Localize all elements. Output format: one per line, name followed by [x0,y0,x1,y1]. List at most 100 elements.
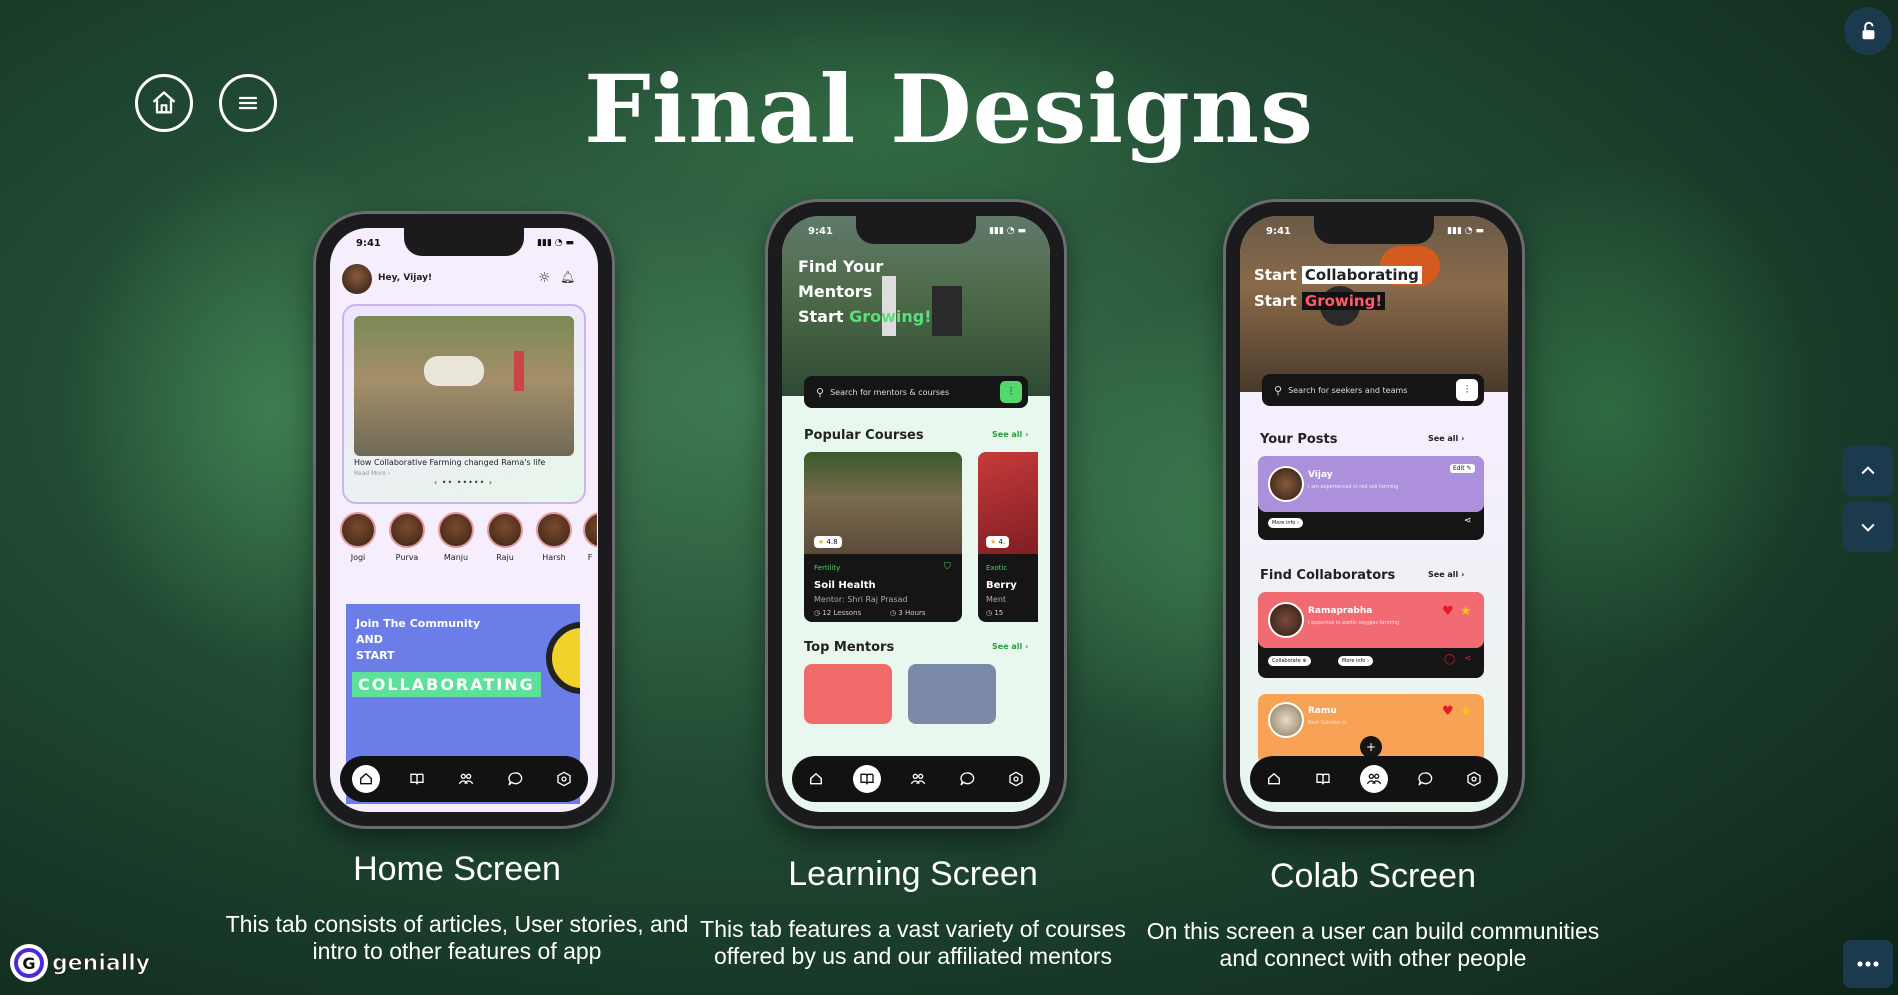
hero-headline: Start Collaborating Start Growing! [1254,262,1422,314]
nav-learning-icon[interactable] [405,767,429,791]
story-name: F [587,553,593,562]
filter-icon[interactable]: ⫶ [1456,379,1478,401]
story-item[interactable]: Manju [436,512,476,562]
story-item[interactable]: Harsh [534,512,574,562]
more-options-button[interactable] [1843,940,1893,988]
mentor-search-bar[interactable]: ⚲ Search for mentors & courses ⫶ [804,376,1028,408]
message-icon[interactable]: ◯ [1444,654,1455,665]
chevron-down-icon [1861,523,1875,532]
theme-toggle-icon[interactable]: ☼ [538,270,551,286]
story-item[interactable]: F [583,512,597,562]
post-avatar [1268,466,1304,502]
status-time: 9:41 [356,238,381,249]
bottom-nav [340,756,588,802]
collaborator-card[interactable]: Ramaprabha I expertise in exotic veggies… [1258,592,1484,678]
see-all-collaborators-link[interactable]: See all › [1428,570,1464,579]
nav-home-icon[interactable] [1262,767,1286,791]
post-card[interactable]: Vijay I am experienced in red soil farmi… [1258,456,1484,540]
featured-article-card[interactable]: How Collaborative Farming changed Rama's… [342,304,586,504]
star-icon[interactable]: ★ [1460,604,1472,619]
nav-chat-icon[interactable] [503,767,527,791]
story-item[interactable]: Jogi [338,512,378,562]
caption-title: Home Screen [353,850,561,888]
nav-chat-icon[interactable] [1413,767,1437,791]
see-all-posts-link[interactable]: See all › [1428,434,1464,443]
edit-post-button[interactable]: Edit ✎ [1450,464,1475,473]
learning-screen: 9:41 ▮▮▮ ◔ ▬ Find Your Mentors Start Gro… [782,216,1050,812]
nav-settings-icon[interactable] [552,767,576,791]
collaborate-button[interactable]: Collaborate ⊕ [1268,656,1311,666]
course-lessons: ◷ 12 Lessons [814,609,862,617]
notification-bell-icon[interactable]: 🔔︎ [560,270,575,284]
colab-screen-phone: 9:41 ▮▮▮ ◔ ▬ Start Collaborating Start G… [1226,202,1522,826]
filter-icon[interactable]: ⫶ [1000,381,1022,403]
story-item[interactable]: Purva [387,512,427,562]
bottom-nav [1250,756,1498,802]
nav-home-icon[interactable] [352,765,381,793]
course-mentor: Ment [986,595,1007,604]
star-icon[interactable]: ★ [1460,704,1472,719]
story-avatar [389,512,425,548]
more-info-button[interactable]: More info › [1338,656,1373,666]
story-name: Purva [395,553,419,562]
add-fab-button[interactable]: + [1360,736,1382,758]
heart-icon[interactable]: ♥ [1442,704,1454,719]
top-mentors-title: Top Mentors [804,640,895,655]
heart-icon[interactable]: ♥ [1442,604,1454,619]
caption-description: This tab features a vast variety of cour… [700,916,1126,969]
see-all-courses-link[interactable]: See all › [992,430,1028,439]
nav-community-icon[interactable] [454,767,478,791]
phone-notch [404,228,524,256]
nav-settings-icon[interactable] [1462,767,1486,791]
course-hours: ◷ 3 Hours [890,609,926,617]
course-mentor: Mentor: Shri Raj Prasad [814,595,908,604]
mentor-card[interactable] [908,664,996,724]
collaborator-avatar [1268,602,1304,638]
genially-logo[interactable]: G genially [10,944,151,982]
search-input[interactable]: Search for seekers and teams [1288,386,1407,395]
mentor-card[interactable] [804,664,892,724]
phone-notch [856,216,976,244]
nav-community-icon[interactable] [1359,765,1388,793]
stories-row: Jogi Purva Manju Raju Harsh F [338,512,598,562]
nav-learning-icon[interactable] [853,765,882,793]
story-avatar [438,512,474,548]
scroll-down-button[interactable] [1843,502,1893,552]
bookmark-icon[interactable]: ⛉ [944,562,951,572]
status-icons: ▮▮▮ ◔ ▬ [1447,226,1484,236]
collaborator-desc: I expertise in exotic veggies farming [1308,620,1400,626]
unlock-button[interactable] [1844,7,1892,55]
share-icon[interactable]: ⋖ [1464,516,1472,526]
menu-button[interactable] [219,74,277,132]
home-screen-caption: Home Screen This tab consists of article… [197,850,717,965]
nav-learning-icon[interactable] [1311,767,1335,791]
scroll-up-button[interactable] [1843,446,1893,496]
see-all-mentors-link[interactable]: See all › [992,642,1028,651]
home-button[interactable] [135,74,193,132]
course-card[interactable]: ★ 4. Exotic Berry Ment ◷ 15 [978,452,1038,622]
course-card[interactable]: ★ 4.8 Fertility ⛉ Soil Health Mentor: Sh… [804,452,962,622]
nav-home-icon[interactable] [804,767,828,791]
learning-screen-caption: Learning Screen This tab features a vast… [653,855,1173,970]
share-icon[interactable]: ⋖ [1464,654,1472,664]
more-info-button[interactable]: More info › [1268,518,1303,528]
nav-settings-icon[interactable] [1004,767,1028,791]
read-more-link[interactable]: Read More › [354,470,390,477]
search-input[interactable]: Search for mentors & courses [830,388,949,397]
collaborator-avatar [1268,702,1304,738]
bottom-nav [792,756,1040,802]
carousel-dots[interactable]: ‹ •• ••••• › [434,478,493,487]
story-avatar [487,512,523,548]
post-desc: I am experienced in red soil farming [1308,484,1399,490]
decor-circle [546,622,580,694]
nav-community-icon[interactable] [906,767,930,791]
nav-chat-icon[interactable] [955,767,979,791]
story-item[interactable]: Raju [485,512,525,562]
collab-search-bar[interactable]: ⚲ Search for seekers and teams ⫶ [1262,374,1484,406]
user-avatar[interactable] [342,264,372,294]
collaborator-name: Ramu [1308,706,1337,716]
course-rating: ★ 4.8 [814,536,842,548]
status-time: 9:41 [1266,226,1291,237]
phone-notch [1314,216,1434,244]
home-screen: 9:41 ▮▮▮ ◔ ▬ Hey, Vijay! ☼ 🔔︎ How Collab… [330,228,598,812]
